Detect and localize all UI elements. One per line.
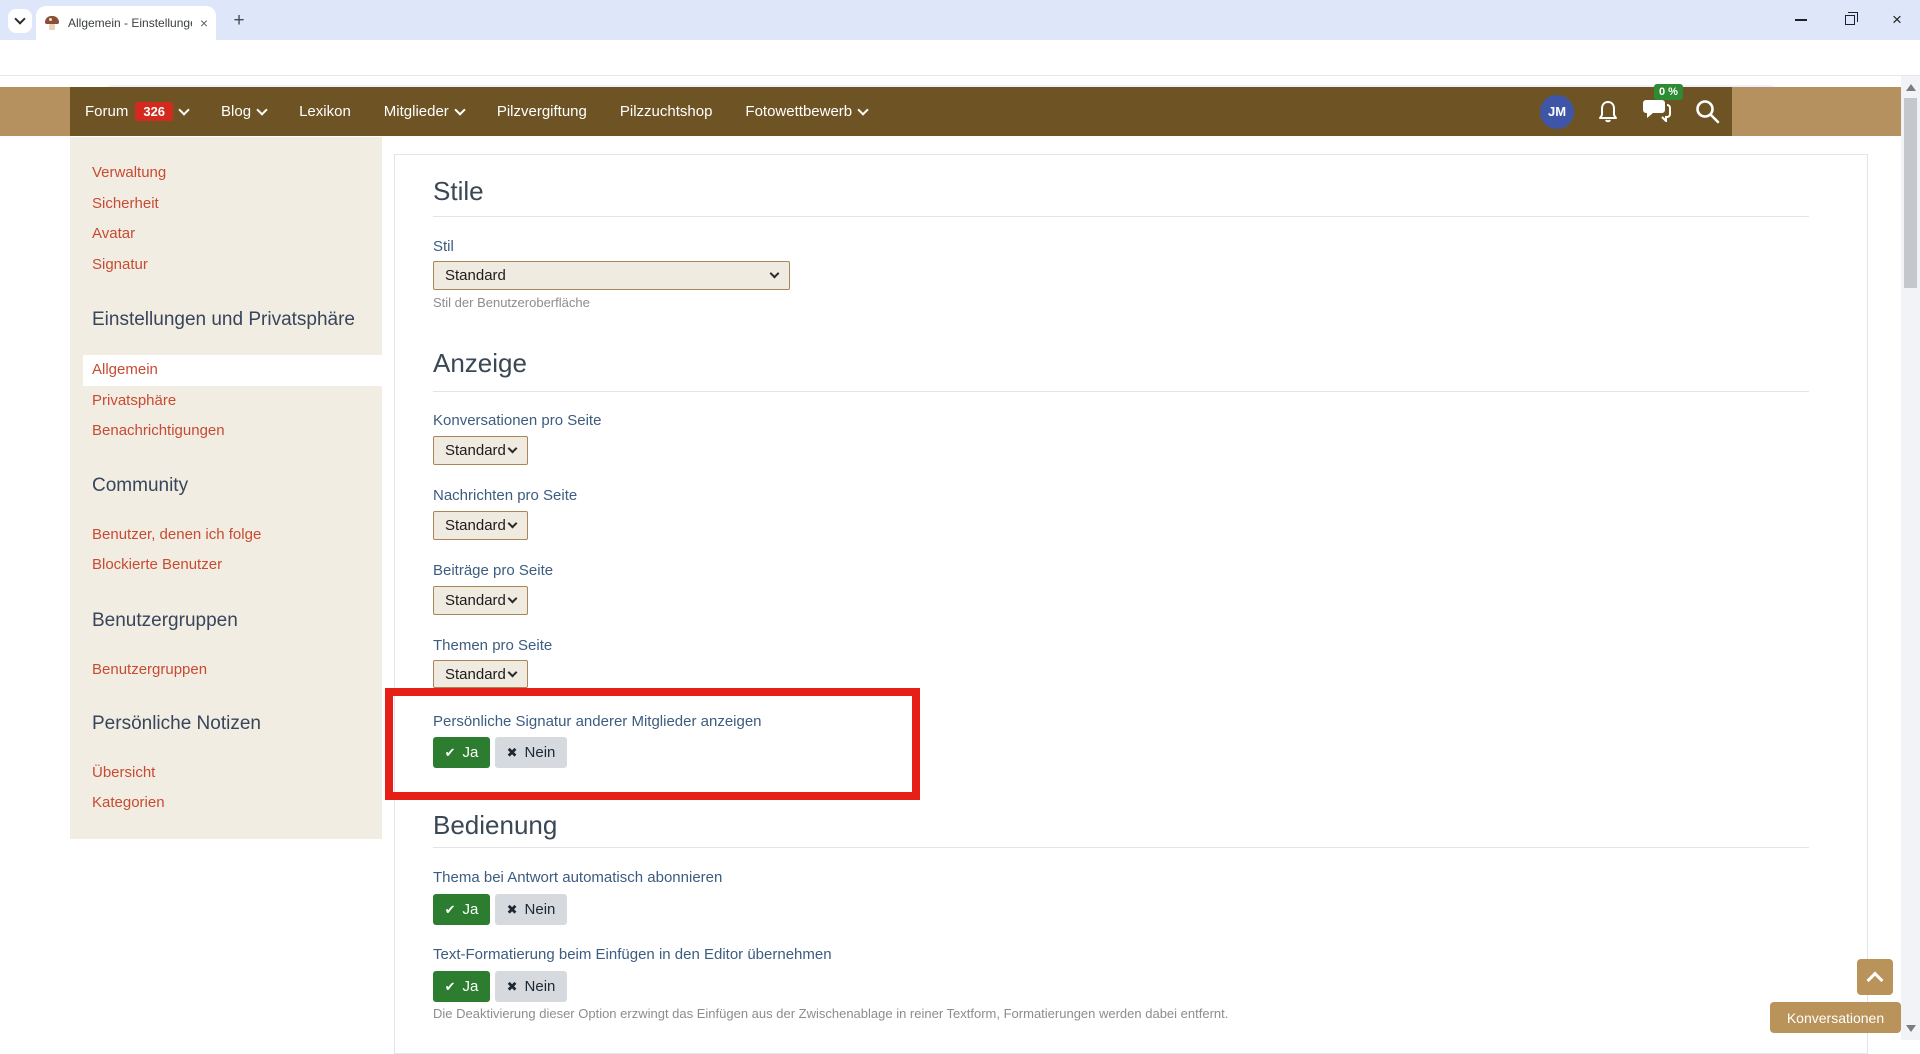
- sidebar-item-allgemein-active[interactable]: Allgemein: [83, 355, 382, 386]
- tab-search-button[interactable]: [8, 9, 32, 33]
- section-title-bedienung: Bedienung: [433, 810, 557, 841]
- messages-per-page-label: Nachrichten pro Seite: [433, 487, 577, 504]
- nav-item-forum[interactable]: Forum 326: [85, 102, 188, 121]
- sidebar-heading-community: Community: [92, 475, 188, 497]
- page-scrollbar[interactable]: [1901, 76, 1920, 1040]
- browser-tab-strip: Allgemein - Einstellungen und P × + ×: [0, 0, 1920, 40]
- conversations-per-page-label: Konversationen pro Seite: [433, 412, 601, 429]
- main-nav: Forum 326 Blog Lexikon Mitglieder Pilzve…: [70, 87, 1732, 136]
- paste-formatting-toggle: ✔Ja ✖Nein: [433, 971, 567, 1002]
- chevron-up-icon: [1867, 972, 1884, 989]
- chevron-down-icon: [256, 104, 267, 115]
- stil-label: Stil: [433, 238, 454, 255]
- x-icon: ✖: [507, 745, 518, 761]
- sidebar-item-benachrichtigungen[interactable]: Benachrichtigungen: [92, 422, 225, 439]
- no-button[interactable]: ✖Nein: [495, 971, 567, 1002]
- chevron-down-icon: [508, 444, 518, 454]
- sidebar-heading-benutzergruppen: Benutzergruppen: [92, 610, 238, 632]
- conversations-button[interactable]: Konversationen: [1770, 1002, 1901, 1033]
- conversations-per-page-select[interactable]: Standard: [433, 436, 528, 465]
- check-icon: ✔: [445, 745, 456, 761]
- chevron-down-icon: [178, 104, 189, 115]
- chevron-down-icon: [508, 519, 518, 529]
- sidebar-item-verwaltung[interactable]: Verwaltung: [92, 164, 166, 181]
- section-title-stile: Stile: [433, 176, 484, 207]
- paste-formatting-label: Text-Formatierung beim Einfügen in den E…: [433, 946, 832, 963]
- check-icon: ✔: [445, 902, 456, 918]
- stil-select[interactable]: Standard: [433, 261, 790, 290]
- sidebar-item-uebersicht[interactable]: Übersicht: [92, 764, 155, 781]
- yes-button[interactable]: ✔Ja: [433, 971, 490, 1002]
- window-restore-button[interactable]: [1827, 0, 1873, 40]
- sidebar-heading-einstellungen: Einstellungen und Privatsphäre: [92, 309, 355, 331]
- browser-toolbar: ← → ↻ https://www.pilzforum.eu/settings/…: [0, 40, 1920, 76]
- topics-per-page-label: Themen pro Seite: [433, 637, 552, 654]
- scroll-down-arrow[interactable]: [1906, 1025, 1916, 1032]
- sidebar-item-privatsphaere[interactable]: Privatsphäre: [92, 392, 176, 409]
- check-icon: ✔: [445, 979, 456, 995]
- site-favicon-icon: [44, 15, 60, 31]
- sidebar-item-signatur[interactable]: Signatur: [92, 256, 148, 273]
- chevron-down-icon: [508, 667, 518, 677]
- stil-help-text: Stil der Benutzeroberfläche: [433, 295, 590, 310]
- x-icon: ✖: [507, 902, 518, 918]
- search-icon[interactable]: [1694, 98, 1721, 125]
- sidebar-item-blockierte-benutzer[interactable]: Blockierte Benutzer: [92, 556, 222, 573]
- section-divider: [433, 847, 1809, 848]
- paste-formatting-help-text: Die Deaktivierung dieser Option erzwingt…: [433, 1006, 1228, 1021]
- settings-sidebar: Verwaltung Sicherheit Avatar Signatur Ei…: [70, 137, 382, 839]
- browser-tab[interactable]: Allgemein - Einstellungen und P ×: [36, 6, 216, 40]
- chat-progress-badge: 0 %: [1654, 84, 1683, 100]
- section-divider: [433, 216, 1809, 217]
- chevron-down-icon: [454, 104, 465, 115]
- section-divider: [433, 391, 1809, 392]
- sidebar-item-benutzergruppen[interactable]: Benutzergruppen: [92, 661, 207, 678]
- no-button[interactable]: ✖Nein: [495, 894, 567, 925]
- nav-item-blog[interactable]: Blog: [221, 103, 266, 120]
- scroll-up-arrow[interactable]: [1906, 84, 1916, 91]
- user-avatar[interactable]: JM: [1540, 95, 1574, 129]
- notifications-bell-icon[interactable]: [1596, 99, 1620, 125]
- scrollbar-thumb[interactable]: [1904, 98, 1917, 288]
- posts-per-page-select[interactable]: Standard: [433, 586, 528, 615]
- yes-button[interactable]: ✔Ja: [433, 737, 490, 768]
- auto-subscribe-label: Thema bei Antwort automatisch abonnieren: [433, 869, 722, 886]
- section-title-anzeige: Anzeige: [433, 348, 527, 379]
- nav-icon-group: JM 0 %: [1540, 87, 1721, 136]
- window-close-button[interactable]: ×: [1874, 0, 1920, 40]
- site-header: Forum 326 Blog Lexikon Mitglieder Pilzve…: [0, 87, 1920, 136]
- sidebar-item-sicherheit[interactable]: Sicherheit: [92, 195, 159, 212]
- new-tab-button[interactable]: +: [228, 10, 250, 32]
- sidebar-item-kategorien[interactable]: Kategorien: [92, 794, 165, 811]
- show-signatures-toggle: ✔Ja ✖Nein: [433, 737, 567, 768]
- conversations-icon[interactable]: 0 %: [1642, 96, 1672, 127]
- x-icon: ✖: [507, 979, 518, 995]
- chevron-down-icon: [857, 104, 868, 115]
- forum-count-badge: 326: [135, 102, 173, 121]
- chevron-down-icon: [14, 13, 25, 24]
- messages-per-page-select[interactable]: Standard: [433, 511, 528, 540]
- sidebar-heading-notizen: Persönliche Notizen: [92, 713, 261, 735]
- nav-item-lexikon[interactable]: Lexikon: [299, 103, 351, 120]
- window-minimize-button[interactable]: [1778, 0, 1824, 40]
- topics-per-page-select[interactable]: Standard: [433, 660, 528, 688]
- yes-button[interactable]: ✔Ja: [433, 894, 490, 925]
- no-button[interactable]: ✖Nein: [495, 737, 567, 768]
- nav-item-pilzvergiftung[interactable]: Pilzvergiftung: [497, 103, 587, 120]
- nav-item-fotowettbewerb[interactable]: Fotowettbewerb: [745, 103, 867, 120]
- back-to-top-button[interactable]: [1857, 959, 1893, 995]
- chevron-down-icon: [508, 594, 518, 604]
- sidebar-item-benutzer-folge[interactable]: Benutzer, denen ich folge: [92, 526, 261, 543]
- chevron-down-icon: [770, 269, 780, 279]
- posts-per-page-label: Beiträge pro Seite: [433, 562, 553, 579]
- nav-item-mitglieder[interactable]: Mitglieder: [384, 103, 464, 120]
- tab-title: Allgemein - Einstellungen und P: [68, 16, 192, 30]
- tab-close-icon[interactable]: ×: [200, 16, 208, 30]
- nav-item-pilzzuchtshop[interactable]: Pilzzuchtshop: [620, 103, 713, 120]
- sidebar-item-avatar[interactable]: Avatar: [92, 225, 135, 242]
- show-signatures-label: Persönliche Signatur anderer Mitglieder …: [433, 713, 762, 730]
- auto-subscribe-toggle: ✔Ja ✖Nein: [433, 894, 567, 925]
